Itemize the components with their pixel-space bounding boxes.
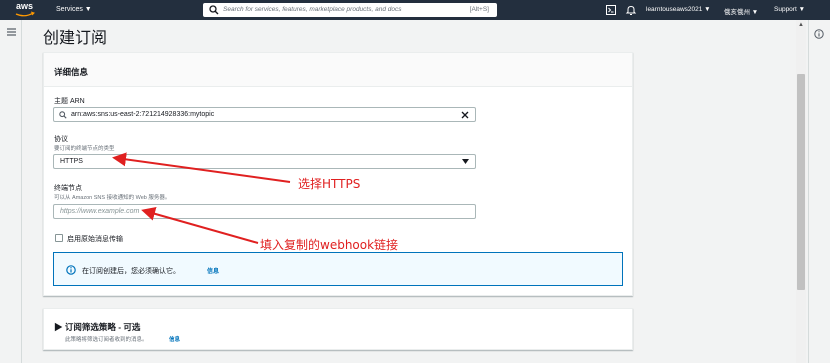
endpoint-input[interactable]: https://www.example.com <box>53 204 476 219</box>
topic-arn-value: arn:aws:sns:us-east-2:721214928336:mytop… <box>71 111 215 118</box>
protocol-label: 协议 <box>54 136 68 143</box>
filter-policy-info-link[interactable]: 信息 <box>169 335 180 343</box>
annotation-paste-webhook: 填入复制的webhook链接 <box>260 238 399 252</box>
alert-info-link[interactable]: 信息 <box>207 266 219 275</box>
protocol-selected-value: HTTPS <box>60 158 83 165</box>
endpoint-description: 可以从 Amazon SNS 接收通知的 Web 服务器。 <box>54 195 171 201</box>
account-menu[interactable]: learntouseaws2021 ▼ <box>646 6 711 13</box>
endpoint-label: 终端节点 <box>54 185 82 192</box>
details-panel: 详细信息 主题 ARN arn:aws:sns:us-east-2:721214… <box>43 52 633 296</box>
search-icon <box>59 111 67 119</box>
filter-policy-description: 此策略将筛选订阅者收到的消息。 <box>65 337 148 343</box>
search-bar[interactable]: Search for services, features, marketpla… <box>203 3 497 17</box>
alert-text: 在订阅创建后，您必须确认它。 <box>82 268 180 275</box>
protocol-description: 要订阅的终端节点的类型 <box>54 146 115 152</box>
raw-delivery-checkbox[interactable] <box>55 234 63 242</box>
search-icon <box>209 5 219 15</box>
cloudshell-icon[interactable] <box>605 4 617 16</box>
topic-arn-label: 主题 ARN <box>54 98 85 105</box>
annotation-select-https: 选择HTTPS <box>298 177 361 191</box>
filter-policy-panel[interactable]: ▶ 订阅筛选策略 - 可选 此策略将筛选订阅者收到的消息。 信息 <box>43 308 633 350</box>
page-scrollbar[interactable]: ▲ <box>796 20 806 363</box>
confirmation-info-alert: 在订阅创建后，您必须确认它。 信息 <box>53 252 623 286</box>
scroll-up-arrow-icon[interactable]: ▲ <box>798 22 804 28</box>
scrollbar-thumb[interactable] <box>797 74 805 290</box>
page-title: 创建订阅 <box>43 30 108 47</box>
info-circle-icon[interactable] <box>814 29 824 39</box>
details-panel-header: 详细信息 <box>44 53 632 87</box>
caret-down-icon <box>462 159 469 164</box>
clear-close-icon[interactable] <box>461 111 469 119</box>
aws-smile-icon <box>15 11 35 17</box>
support-menu[interactable]: Support ▼ <box>774 6 805 13</box>
top-navigation-bar: aws Services ▼ Search for services, feat… <box>0 0 830 20</box>
left-sidebar <box>0 20 22 363</box>
search-shortcut: [Alt+S] <box>469 6 489 13</box>
search-placeholder: Search for services, features, marketpla… <box>223 6 402 13</box>
notifications-bell-icon[interactable] <box>625 4 637 16</box>
aws-logo[interactable]: aws <box>13 1 37 19</box>
services-menu[interactable]: Services ▼ <box>56 6 92 13</box>
raw-delivery-label: 启用原始消息传输 <box>67 236 123 243</box>
region-menu[interactable]: 俄亥俄州 ▼ <box>724 6 758 16</box>
topic-arn-input[interactable]: arn:aws:sns:us-east-2:721214928336:mytop… <box>53 107 476 122</box>
endpoint-placeholder: https://www.example.com <box>60 208 140 215</box>
details-panel-title: 详细信息 <box>54 67 89 77</box>
menu-hamburger-icon[interactable] <box>7 28 16 36</box>
filter-policy-title[interactable]: ▶ 订阅筛选策略 - 可选 <box>54 321 140 333</box>
right-help-panel <box>808 20 830 363</box>
protocol-select[interactable]: HTTPS <box>53 154 476 169</box>
info-circle-icon <box>66 265 76 275</box>
